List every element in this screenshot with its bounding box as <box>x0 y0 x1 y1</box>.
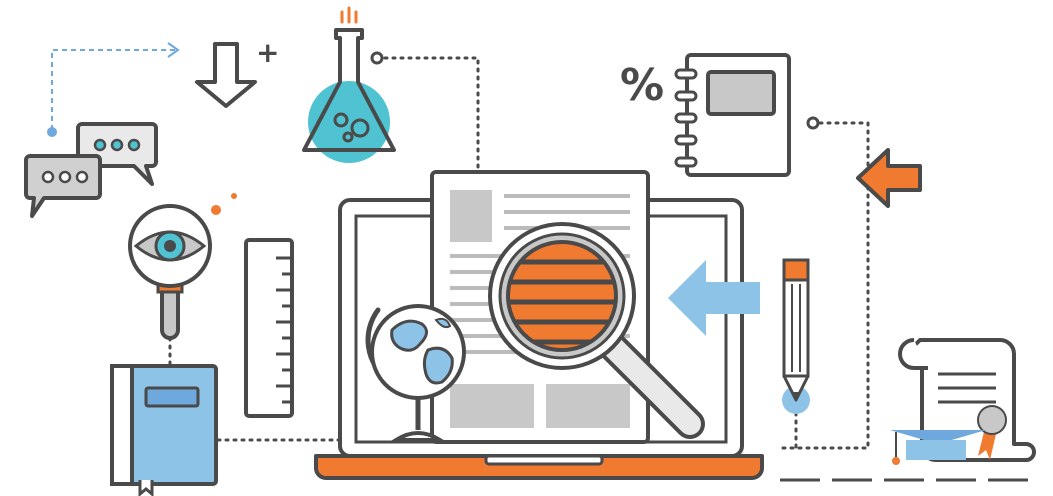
research-illustration: + % <box>0 0 1053 496</box>
plus-glyph: + <box>256 36 279 69</box>
download-plus-icon: + <box>195 36 279 108</box>
chat-bubbles-icon <box>24 122 158 218</box>
eye-magnifier-icon <box>128 193 237 340</box>
flask-icon <box>302 6 396 163</box>
connector-dot <box>806 116 820 130</box>
pencil-icon <box>782 258 810 414</box>
blue-dot <box>47 127 57 137</box>
notebook-percent-icon: % <box>620 53 791 177</box>
ruler-icon <box>244 238 294 418</box>
illustration-canvas: + % <box>24 6 1040 496</box>
book-icon <box>110 364 218 496</box>
blue-dashed-arrow <box>51 49 175 130</box>
percent-glyph: % <box>620 60 664 111</box>
connector-dot <box>370 51 384 65</box>
